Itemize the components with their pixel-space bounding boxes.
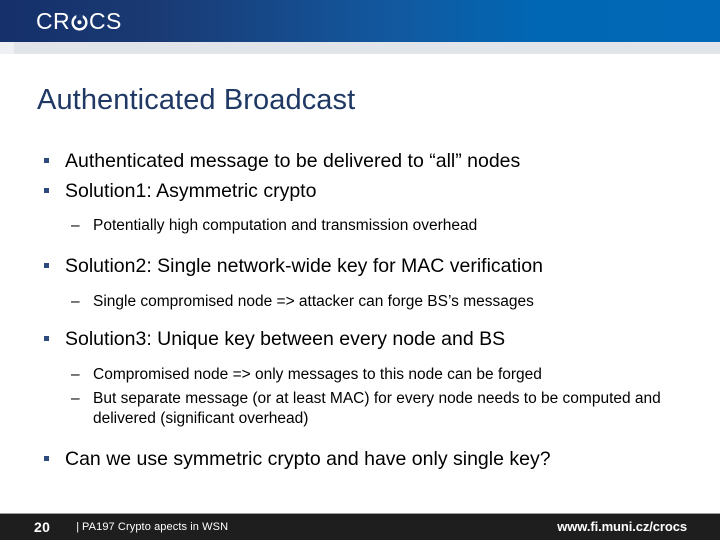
header-divider-accent xyxy=(0,42,14,54)
sub-bullet-item: – Single compromised node => attacker ca… xyxy=(37,292,697,313)
bullet-item: Authenticated message to be delivered to… xyxy=(37,148,697,175)
square-bullet-icon xyxy=(44,158,49,163)
bullet-item: Solution3: Unique key between every node… xyxy=(37,326,697,353)
square-bullet-icon xyxy=(44,187,49,193)
bullet-item: Can we use symmetric crypto and have onl… xyxy=(37,446,697,473)
square-bullet-icon xyxy=(44,336,49,342)
bullet-text: Solution3: Unique key between every node… xyxy=(65,328,506,351)
sub-bullet-text: Potentially high computation and transmi… xyxy=(93,217,478,235)
crocs-circle-dot-icon xyxy=(70,13,89,32)
bullet-item: Solution1: Asymmetric crypto xyxy=(37,178,697,205)
footer-subtitle: PA197 Crypto apects in WSN xyxy=(82,520,229,533)
slide-content: Authenticated message to be delivered to… xyxy=(37,148,697,473)
logo-text-before: CR xyxy=(36,7,71,34)
sub-bullet-item: – Compromised node => only messages to t… xyxy=(37,365,697,386)
header-bar: CR CS xyxy=(0,0,720,42)
square-bullet-icon xyxy=(44,263,49,269)
header-divider-strip xyxy=(0,42,720,54)
slide-number: 20 xyxy=(34,518,51,535)
bullet-text: Solution2: Single network-wide key for M… xyxy=(65,255,543,278)
sub-bullet-item: – Potentially high computation and trans… xyxy=(37,216,697,237)
slide: CR CS Authenticated Broadcast Authentica… xyxy=(0,0,720,540)
en-dash-icon: – xyxy=(71,217,80,235)
bullet-text: Authenticated message to be delivered to… xyxy=(65,150,521,172)
bullet-item: Solution2: Single network-wide key for M… xyxy=(37,253,697,280)
en-dash-icon: – xyxy=(71,389,80,407)
sub-bullet-text: Single compromised node => attacker can … xyxy=(93,292,534,310)
footer-separator: | xyxy=(76,520,80,533)
crocs-logo: CR CS xyxy=(36,8,122,34)
sub-bullet-text: But separate message (or at least MAC) f… xyxy=(93,389,661,428)
footer-bar: 20 | PA197 Crypto apects in WSN www.fi.m… xyxy=(0,513,720,540)
square-bullet-icon xyxy=(44,455,49,461)
logo-text-after: CS xyxy=(89,7,122,34)
footer-left-group: 20 | PA197 Crypto apects in WSN xyxy=(34,513,228,540)
sub-bullet-text: Compromised node => only messages to thi… xyxy=(93,366,542,384)
page-title: Authenticated Broadcast xyxy=(37,84,356,116)
bullet-text: Can we use symmetric crypto and have onl… xyxy=(65,447,551,470)
sub-bullet-item: – But separate message (or at least MAC)… xyxy=(37,389,697,430)
en-dash-icon: – xyxy=(71,366,80,384)
footer-website[interactable]: www.fi.muni.cz/crocs xyxy=(557,513,687,540)
en-dash-icon: – xyxy=(71,292,80,310)
bullet-text: Solution1: Asymmetric crypto xyxy=(65,179,317,202)
